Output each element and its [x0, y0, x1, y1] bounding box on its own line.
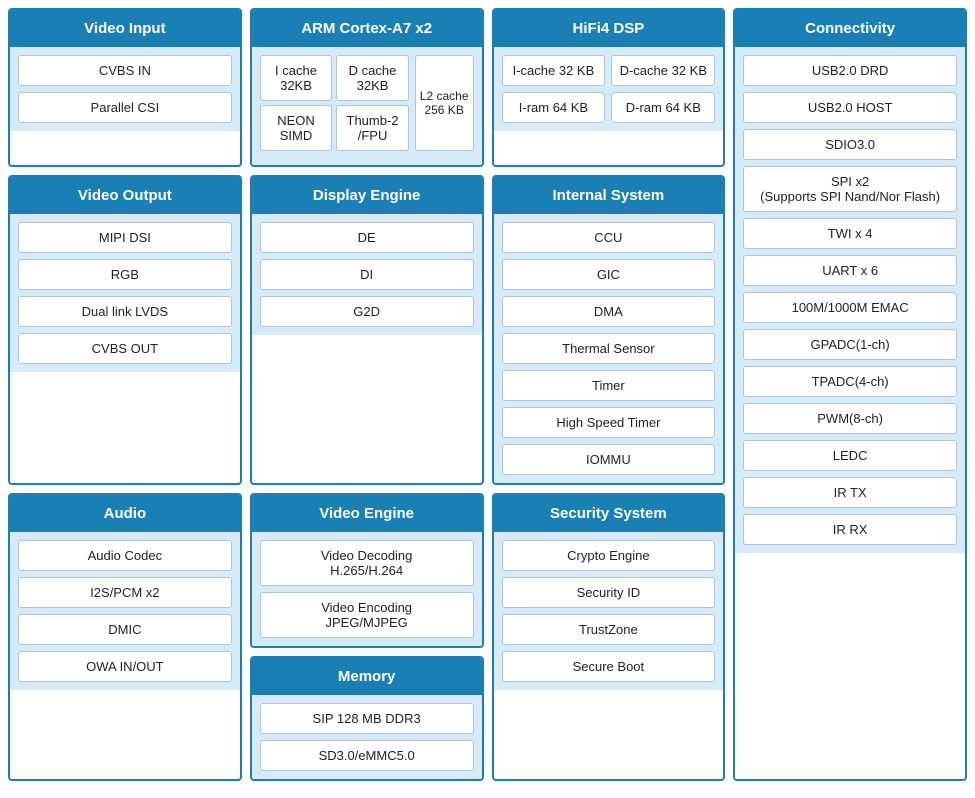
list-item: IR RX [743, 514, 957, 545]
list-item: DI [260, 259, 474, 290]
list-item: TrustZone [502, 614, 716, 645]
list-item: DE [260, 222, 474, 253]
list-item: CVBS OUT [18, 333, 232, 364]
hifi4-items: I-cache 32 KB D-cache 32 KB I-ram 64 KB … [494, 47, 724, 131]
connectivity-block: Connectivity USB2.0 DRD USB2.0 HOST SDIO… [733, 8, 967, 781]
display-engine-block: Display Engine DE DI G2D [250, 175, 484, 485]
memory-header: Memory [252, 658, 482, 695]
list-item: GPADC(1-ch) [743, 329, 957, 360]
list-item: OWA IN/OUT [18, 651, 232, 682]
list-item: SPI x2(Supports SPI Nand/Nor Flash) [743, 166, 957, 212]
list-item: TPADC(4-ch) [743, 366, 957, 397]
list-item: PWM(8-ch) [743, 403, 957, 434]
video-output-block: Video Output MIPI DSI RGB Dual link LVDS… [8, 175, 242, 485]
arm-cortex-block: ARM Cortex-A7 x2 I cache32KB D cache32KB… [250, 8, 484, 167]
video-engine-header: Video Engine [252, 495, 482, 532]
display-engine-items: DE DI G2D [252, 214, 482, 335]
list-item: LEDC [743, 440, 957, 471]
display-engine-header: Display Engine [252, 177, 482, 214]
list-item: D-cache 32 KB [611, 55, 715, 86]
internal-system-header: Internal System [494, 177, 724, 214]
list-item: I cache32KB [260, 55, 333, 101]
list-item: UART x 6 [743, 255, 957, 286]
video-engine-block: Video Engine Video DecodingH.265/H.264 V… [250, 493, 484, 648]
arm-cache-group: I cache32KB D cache32KB NEONSIMD Thumb-2… [260, 55, 409, 151]
list-item: I2S/PCM x2 [18, 577, 232, 608]
list-item: IR TX [743, 477, 957, 508]
internal-system-block: Internal System CCU GIC DMA Thermal Sens… [492, 175, 726, 485]
list-item: Audio Codec [18, 540, 232, 571]
video-engine-items: Video DecodingH.265/H.264 Video Encoding… [252, 532, 482, 646]
memory-items: SIP 128 MB DDR3 SD3.0/eMMC5.0 [252, 695, 482, 779]
list-item: USB2.0 HOST [743, 92, 957, 123]
list-item: Secure Boot [502, 651, 716, 682]
video-input-header: Video Input [10, 10, 240, 47]
list-item: SIP 128 MB DDR3 [260, 703, 474, 734]
security-system-block: Security System Crypto Engine Security I… [492, 493, 726, 781]
list-item: Dual link LVDS [18, 296, 232, 327]
list-item: Parallel CSI [18, 92, 232, 123]
arm-top-row: I cache32KB D cache32KB NEONSIMD Thumb-2… [260, 55, 474, 151]
list-item: MIPI DSI [18, 222, 232, 253]
list-item: G2D [260, 296, 474, 327]
list-item: Video DecodingH.265/H.264 [260, 540, 474, 586]
arm-l2-cache: L2 cache256 KB [415, 55, 474, 151]
internal-system-items: CCU GIC DMA Thermal Sensor Timer High Sp… [494, 214, 724, 483]
video-output-items: MIPI DSI RGB Dual link LVDS CVBS OUT [10, 214, 240, 372]
list-item: Security ID [502, 577, 716, 608]
list-item: Timer [502, 370, 716, 401]
list-item: D-ram 64 KB [611, 92, 715, 123]
arm-inner: I cache32KB D cache32KB NEONSIMD Thumb-2… [252, 47, 482, 165]
list-item: 100M/1000M EMAC [743, 292, 957, 323]
list-item: I-cache 32 KB [502, 55, 606, 86]
list-item: D cache32KB [336, 55, 409, 101]
main-grid: Video Input CVBS IN Parallel CSI ARM Cor… [8, 8, 967, 781]
list-item: DMIC [18, 614, 232, 645]
list-item: RGB [18, 259, 232, 290]
list-item: CCU [502, 222, 716, 253]
list-item: I-ram 64 KB [502, 92, 606, 123]
list-item: GIC [502, 259, 716, 290]
hifi4-block: HiFi4 DSP I-cache 32 KB D-cache 32 KB I-… [492, 8, 726, 167]
audio-block: Audio Audio Codec I2S/PCM x2 DMIC OWA IN… [8, 493, 242, 781]
hifi4-header: HiFi4 DSP [494, 10, 724, 47]
list-item: IOMMU [502, 444, 716, 475]
memory-block: Memory SIP 128 MB DDR3 SD3.0/eMMC5.0 [250, 656, 484, 781]
list-item: Thumb-2/FPU [336, 105, 409, 151]
list-item: Crypto Engine [502, 540, 716, 571]
audio-header: Audio [10, 495, 240, 532]
video-input-block: Video Input CVBS IN Parallel CSI [8, 8, 242, 167]
col2-stack: Video Engine Video DecodingH.265/H.264 V… [250, 493, 484, 781]
video-output-header: Video Output [10, 177, 240, 214]
list-item: Thermal Sensor [502, 333, 716, 364]
list-item: SDIO3.0 [743, 129, 957, 160]
list-item: High Speed Timer [502, 407, 716, 438]
audio-items: Audio Codec I2S/PCM x2 DMIC OWA IN/OUT [10, 532, 240, 690]
list-item: Video EncodingJPEG/MJPEG [260, 592, 474, 638]
arm-cortex-header: ARM Cortex-A7 x2 [252, 10, 482, 47]
connectivity-header: Connectivity [735, 10, 965, 47]
list-item: NEONSIMD [260, 105, 333, 151]
list-item: SD3.0/eMMC5.0 [260, 740, 474, 771]
connectivity-items: USB2.0 DRD USB2.0 HOST SDIO3.0 SPI x2(Su… [735, 47, 965, 553]
list-item: USB2.0 DRD [743, 55, 957, 86]
security-system-header: Security System [494, 495, 724, 532]
list-item: TWI x 4 [743, 218, 957, 249]
video-input-items: CVBS IN Parallel CSI [10, 47, 240, 131]
list-item: DMA [502, 296, 716, 327]
security-system-items: Crypto Engine Security ID TrustZone Secu… [494, 532, 724, 690]
list-item: CVBS IN [18, 55, 232, 86]
